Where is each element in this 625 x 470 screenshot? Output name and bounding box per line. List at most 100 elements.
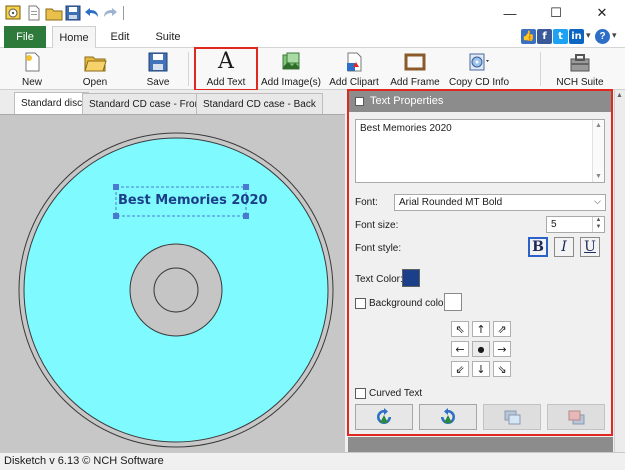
- add-images-label: Add Image(s): [260, 77, 322, 88]
- disc-center-hole: [153, 267, 199, 313]
- panel-scrollbar[interactable]: ▲: [614, 90, 625, 452]
- toolbox-icon: [567, 50, 593, 74]
- ribbon-toolbar: New Open Save A Add Text Add Image(s) Ad…: [0, 48, 625, 90]
- add-clipart-button[interactable]: Add Clipart: [329, 48, 379, 90]
- font-size-stepper[interactable]: 5 ▲ ▼: [546, 216, 605, 233]
- add-frame-label: Add Frame: [390, 77, 440, 88]
- add-frame-button[interactable]: Add Frame: [390, 48, 440, 90]
- curved-text-checkbox[interactable]: [355, 388, 366, 399]
- help-icon[interactable]: ?: [595, 29, 610, 44]
- copy-cd-info-label: Copy CD Info: [448, 77, 510, 88]
- send-backward-button[interactable]: [547, 404, 605, 430]
- toolbar-separator: [188, 52, 189, 86]
- scroll-up-icon[interactable]: ▲: [616, 92, 623, 99]
- doc-tab-standard-disc[interactable]: Standard disc: [14, 92, 90, 114]
- underline-button[interactable]: U: [580, 237, 600, 257]
- rotate-right-button[interactable]: [419, 404, 477, 430]
- align-top-button[interactable]: ↑: [472, 321, 490, 337]
- background-color-swatch[interactable]: [444, 293, 462, 311]
- collapse-box-icon[interactable]: [355, 96, 364, 106]
- scroll-up-icon[interactable]: ▲: [595, 122, 602, 129]
- save-label: Save: [146, 77, 170, 88]
- scroll-down-icon[interactable]: ▼: [595, 173, 602, 180]
- curved-text-label: Curved Text: [369, 388, 423, 399]
- stepper-arrows-icon[interactable]: ▲ ▼: [592, 217, 604, 232]
- resize-handle[interactable]: [113, 213, 119, 219]
- help-dropdown-icon[interactable]: ▾: [612, 30, 617, 41]
- open-button[interactable]: Open: [77, 48, 113, 90]
- text-content-input[interactable]: Best Memories 2020 ▲ ▼: [355, 119, 605, 183]
- floppy-disk-icon: [145, 50, 171, 74]
- font-label: Font:: [355, 197, 378, 208]
- font-select[interactable]: Arial Rounded MT Bold ⌵: [394, 194, 606, 211]
- new-file-icon[interactable]: [25, 4, 43, 22]
- rotate-left-icon: [377, 408, 391, 424]
- align-top-right-button[interactable]: ⇗: [493, 321, 511, 337]
- tab-file[interactable]: File: [4, 26, 46, 48]
- text-properties-header[interactable]: Text Properties: [348, 90, 613, 112]
- align-left-button[interactable]: ←: [451, 341, 469, 357]
- twitter-icon[interactable]: t: [553, 29, 568, 44]
- copy-cd-info-button[interactable]: Copy CD Info: [448, 48, 510, 90]
- frame-icon: [402, 50, 428, 74]
- resize-handle[interactable]: [113, 184, 119, 190]
- text-content-value: Best Memories 2020: [360, 123, 452, 134]
- quick-access-separator: [123, 6, 124, 20]
- document-tabs: Standard disc Standard CD case - Front S…: [0, 90, 345, 114]
- minimize-button[interactable]: —: [487, 0, 533, 26]
- add-text-highlight: [194, 47, 258, 91]
- undo-icon[interactable]: [83, 4, 101, 22]
- linkedin-icon[interactable]: in: [569, 29, 584, 44]
- align-center-button[interactable]: ●: [472, 341, 490, 357]
- design-canvas[interactable]: Best Memories 2020: [0, 114, 345, 452]
- italic-button[interactable]: I: [554, 237, 574, 257]
- rotate-right-icon: [441, 408, 455, 424]
- maximize-button[interactable]: ☐: [533, 0, 579, 26]
- textarea-scrollbar[interactable]: ▲ ▼: [592, 120, 604, 182]
- close-button[interactable]: ✕: [579, 0, 625, 26]
- resize-handle[interactable]: [243, 213, 249, 219]
- save-button[interactable]: Save: [140, 48, 176, 90]
- text-properties-title: Text Properties: [370, 95, 444, 107]
- send-backward-icon: [568, 410, 585, 425]
- redo-icon[interactable]: [101, 4, 119, 22]
- disc-text-element[interactable]: Best Memories 2020: [118, 193, 268, 208]
- font-size-label: Font size:: [355, 220, 399, 231]
- new-button[interactable]: New: [14, 48, 50, 90]
- doc-tab-cd-case-front[interactable]: Standard CD case - Front: [82, 93, 210, 114]
- nch-suite-label: NCH Suite: [556, 77, 604, 88]
- open-label: Open: [82, 77, 108, 88]
- ribbon-tab-row: File Home Edit Suite 👍 f t in ▾ ? ▾: [0, 26, 625, 49]
- align-bottom-left-button[interactable]: ⇙: [451, 361, 469, 377]
- text-properties-panel: Text Properties Best Memories 2020 ▲ ▼ F…: [348, 90, 613, 435]
- bring-forward-button[interactable]: [483, 404, 541, 430]
- align-top-left-button[interactable]: ⇖: [451, 321, 469, 337]
- info-dropdown-icon[interactable]: ▾: [586, 30, 591, 41]
- nch-suite-button[interactable]: NCH Suite: [556, 48, 604, 90]
- tab-edit[interactable]: Edit: [104, 26, 136, 48]
- disc-drawing: [18, 132, 334, 448]
- new-label: New: [21, 77, 42, 88]
- add-images-button[interactable]: Add Image(s): [260, 48, 322, 90]
- text-color-swatch[interactable]: [402, 269, 420, 287]
- doc-tab-cd-case-back[interactable]: Standard CD case - Back: [196, 93, 323, 114]
- tab-home[interactable]: Home: [52, 26, 96, 49]
- font-size-value: 5: [551, 219, 557, 230]
- align-right-button[interactable]: →: [493, 341, 511, 357]
- new-document-icon: [19, 50, 45, 74]
- font-select-value: Arial Rounded MT Bold: [399, 197, 503, 208]
- open-folder-icon[interactable]: [45, 4, 63, 22]
- add-clipart-label: Add Clipart: [329, 77, 379, 88]
- resize-handle[interactable]: [243, 184, 249, 190]
- align-bottom-right-button[interactable]: ⇘: [493, 361, 511, 377]
- tab-suite[interactable]: Suite: [150, 26, 186, 48]
- rotate-left-button[interactable]: [355, 404, 413, 430]
- background-color-checkbox[interactable]: [355, 298, 366, 309]
- next-panel-header[interactable]: [348, 437, 613, 452]
- bold-button[interactable]: B: [528, 237, 548, 257]
- thumbs-up-icon[interactable]: 👍: [521, 29, 536, 44]
- align-bottom-button[interactable]: ↓: [472, 361, 490, 377]
- clipart-icon: [341, 50, 367, 74]
- save-icon[interactable]: [64, 4, 82, 22]
- facebook-icon[interactable]: f: [537, 29, 552, 44]
